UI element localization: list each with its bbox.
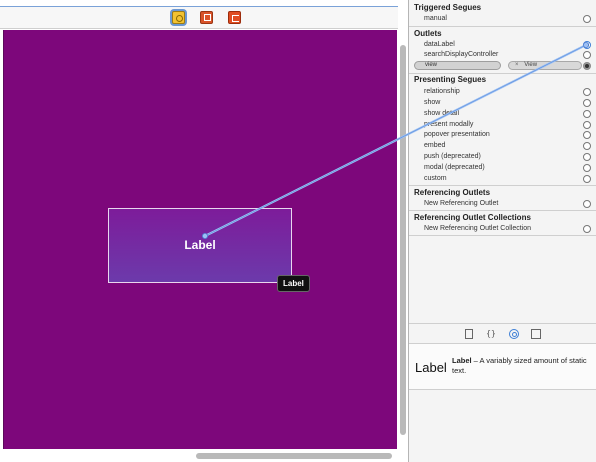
row-popover-presentation: popover presentation: [424, 131, 490, 138]
library-item-description: Label – A variably sized amount of stati…: [452, 356, 592, 376]
connection-circle-new-referencing-outlet[interactable]: [583, 200, 591, 208]
scene-dock: [0, 6, 398, 29]
divider: [409, 185, 596, 186]
outlet-view-pill: view: [414, 61, 501, 70]
section-title-triggered-segues: Triggered Segues: [414, 3, 482, 12]
remove-connection-icon[interactable]: ×: [515, 62, 519, 68]
exit-icon[interactable]: [228, 11, 241, 24]
first-responder-icon[interactable]: [200, 11, 213, 24]
row-datalabel: dataLabel: [424, 41, 455, 48]
row-show-detail: show detail: [424, 110, 460, 117]
section-title-referencing-outlets: Referencing Outlets: [414, 188, 491, 197]
connection-circle-show[interactable]: [583, 99, 591, 107]
connection-circle-custom[interactable]: [583, 175, 591, 183]
connection-circle-datalabel[interactable]: [583, 41, 591, 49]
row-show: show: [424, 99, 441, 106]
row-custom: custom: [424, 175, 447, 182]
object-library-icon[interactable]: [509, 329, 519, 339]
connection-circle-relationship[interactable]: [583, 88, 591, 96]
library-item-summary: – A variably sized amount of static text…: [452, 356, 587, 375]
row-searchdisplaycontroller: searchDisplayController: [424, 51, 499, 58]
row-new-referencing-outlet-collection: New Referencing Outlet Collection: [424, 225, 531, 232]
file-template-icon[interactable]: [465, 329, 473, 339]
connection-circle-new-referencing-outlet-collection[interactable]: [583, 225, 591, 233]
connection-circle-embed[interactable]: [583, 142, 591, 150]
outlet-view-target-pill[interactable]: × View: [508, 61, 582, 70]
library-item-label[interactable]: Label Label – A variably sized amount of…: [409, 344, 596, 390]
library-toolbar: {}: [409, 323, 596, 344]
section-title-outlets: Outlets: [414, 29, 442, 38]
connection-circle-searchdisplaycontroller[interactable]: [583, 51, 591, 59]
media-library-icon[interactable]: [531, 329, 541, 339]
divider: [409, 73, 596, 74]
label-drag-badge: Label: [277, 275, 310, 292]
row-modal-deprecated: modal (deprecated): [424, 164, 485, 171]
row-relationship: relationship: [424, 88, 460, 95]
label-element[interactable]: Label: [108, 208, 292, 283]
storyboard-canvas[interactable]: Label Label: [0, 0, 408, 462]
connection-circle-manual[interactable]: [583, 15, 591, 23]
connection-circle-popover-presentation[interactable]: [583, 131, 591, 139]
connections-inspector: Triggered Segues manual Outlets dataLabe…: [408, 0, 596, 462]
section-title-referencing-outlet-collections: Referencing Outlet Collections: [414, 213, 531, 222]
library-item-name: Label: [452, 356, 472, 365]
row-manual: manual: [424, 15, 447, 22]
outlet-view-target: View: [524, 62, 538, 68]
divider: [409, 210, 596, 211]
code-snippet-icon[interactable]: {}: [486, 329, 496, 339]
row-new-referencing-outlet: New Referencing Outlet: [424, 200, 499, 207]
connection-circle-view[interactable]: [583, 62, 591, 70]
view-controller-icon[interactable]: [172, 11, 185, 24]
connection-circle-push-deprecated[interactable]: [583, 153, 591, 161]
divider: [409, 26, 596, 27]
connection-circle-modal-deprecated[interactable]: [583, 164, 591, 172]
row-push-deprecated: push (deprecated): [424, 153, 481, 160]
section-title-presenting-segues: Presenting Segues: [414, 75, 487, 84]
label-text: Label: [184, 238, 216, 252]
row-present-modally: present modally: [424, 121, 474, 128]
divider: [409, 235, 596, 236]
connection-circle-present-modally[interactable]: [583, 121, 591, 129]
connection-circle-show-detail[interactable]: [583, 110, 591, 118]
row-embed: embed: [424, 142, 446, 149]
library-item-preview: Label: [415, 360, 447, 375]
vertical-scrollbar[interactable]: [400, 30, 406, 449]
horizontal-scrollbar[interactable]: [196, 453, 392, 459]
vertical-scroll-thumb[interactable]: [400, 45, 406, 435]
